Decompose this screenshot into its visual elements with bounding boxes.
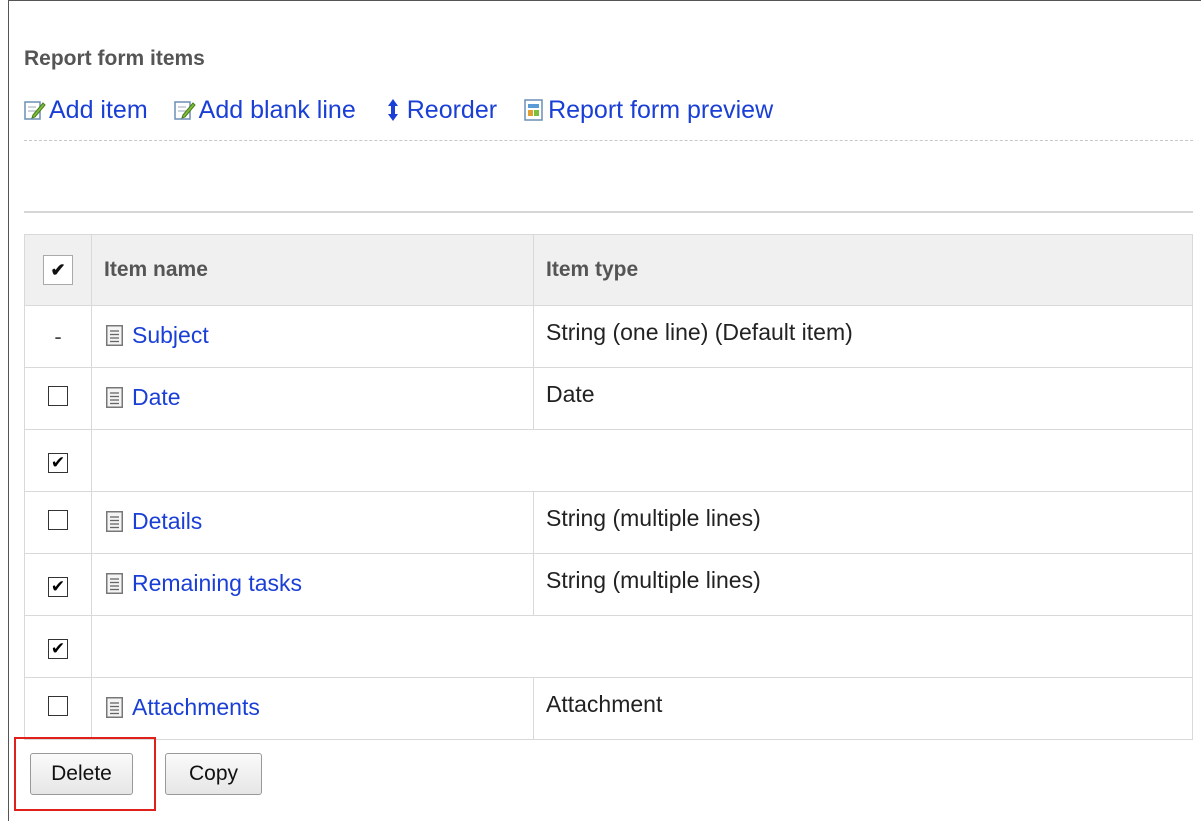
item-name-label: Remaining tasks: [132, 569, 303, 596]
add-blank-line-label: Add blank line: [198, 95, 356, 124]
item-name-label: Details: [132, 507, 203, 534]
table-row-blank-line: ✔: [24, 615, 1193, 678]
item-type-cell: Attachment: [533, 677, 1193, 740]
document-icon: [106, 572, 123, 594]
item-name-label: Date: [132, 383, 181, 410]
no-checkbox-dash: -: [54, 324, 62, 349]
edit-icon: [173, 99, 196, 121]
delete-button-highlight: [14, 737, 156, 811]
item-name-link[interactable]: Subject: [106, 322, 209, 349]
row-check-cell: ✔: [24, 615, 92, 678]
row-checkbox[interactable]: ✔: [48, 452, 68, 473]
row-check-cell: -: [24, 305, 92, 368]
toolbar: Add item Add blank line Reorder Report f…: [24, 92, 799, 128]
document-icon: [106, 696, 123, 718]
row-check-cell: ✔: [24, 429, 92, 492]
section-title: Report form items: [24, 47, 205, 70]
reorder-label: Reorder: [406, 95, 498, 124]
preview-icon: [523, 99, 545, 121]
table-row-blank-line: ✔: [24, 429, 1193, 492]
document-icon: [106, 510, 123, 532]
blank-line-cell: [91, 429, 1193, 492]
item-type-label: Date: [546, 381, 595, 407]
item-name-link[interactable]: Date: [106, 384, 181, 411]
row-checkbox[interactable]: [48, 510, 68, 530]
item-name-link[interactable]: Remaining tasks: [106, 570, 302, 597]
row-checkbox[interactable]: [48, 696, 68, 716]
table-row: - Subject String (one line) (Default ite…: [24, 305, 1193, 368]
row-check-cell: [24, 677, 92, 740]
row-checkbox[interactable]: ✔: [48, 576, 68, 597]
item-name-cell: Subject: [91, 305, 534, 368]
table-divider: [24, 211, 1193, 213]
column-header-item-name: Item name: [91, 234, 534, 306]
header-check-cell: ✔: [24, 234, 92, 306]
item-type-label: String (multiple lines): [546, 505, 761, 531]
item-name-cell: Remaining tasks: [91, 553, 534, 616]
item-type-cell: String (multiple lines): [533, 553, 1193, 616]
item-name-cell: Date: [91, 367, 534, 430]
copy-button[interactable]: Copy: [165, 753, 262, 795]
report-form-preview-link[interactable]: Report form preview: [523, 96, 773, 125]
reorder-icon: [382, 99, 404, 121]
item-type-label: Attachment: [546, 691, 663, 717]
table-row: Attachments Attachment: [24, 677, 1193, 740]
item-type-cell: Date: [533, 367, 1193, 430]
table-header-row: ✔ Item name Item type: [24, 234, 1193, 306]
select-all-checkbox[interactable]: ✔: [43, 255, 73, 285]
row-check-cell: [24, 367, 92, 430]
document-icon: [106, 324, 123, 346]
row-checkbox[interactable]: ✔: [48, 638, 68, 659]
report-form-preview-label: Report form preview: [548, 95, 774, 124]
row-check-cell: ✔: [24, 553, 92, 616]
item-name-label: Attachments: [132, 693, 260, 720]
edit-icon: [24, 99, 46, 121]
toolbar-divider: [24, 140, 1193, 141]
items-table: ✔ Item name Item type - Subject String (…: [24, 234, 1193, 740]
document-icon: [106, 386, 123, 408]
item-name-cell: Attachments: [91, 677, 534, 740]
item-name-link[interactable]: Details: [106, 508, 202, 535]
table-row: ✔ Remaining tasks String (multiple lines…: [24, 553, 1193, 616]
item-name-cell: Details: [91, 491, 534, 554]
add-item-link[interactable]: Add item: [24, 96, 148, 125]
item-name-label: Subject: [132, 321, 209, 348]
row-checkbox[interactable]: [48, 386, 68, 406]
add-blank-line-link[interactable]: Add blank line: [173, 95, 356, 125]
item-type-cell: String (multiple lines): [533, 491, 1193, 554]
table-row: Date Date: [24, 367, 1193, 430]
add-item-label: Add item: [49, 95, 148, 124]
item-type-label: String (multiple lines): [546, 567, 761, 593]
item-name-link[interactable]: Attachments: [106, 694, 260, 721]
column-header-item-type: Item type: [533, 234, 1193, 306]
reorder-link[interactable]: Reorder: [382, 96, 497, 125]
table-row: Details String (multiple lines): [24, 491, 1193, 554]
item-type-label: String (one line) (Default item): [546, 319, 853, 345]
item-type-cell: String (one line) (Default item): [533, 305, 1193, 368]
blank-line-cell: [91, 615, 1193, 678]
row-check-cell: [24, 491, 92, 554]
